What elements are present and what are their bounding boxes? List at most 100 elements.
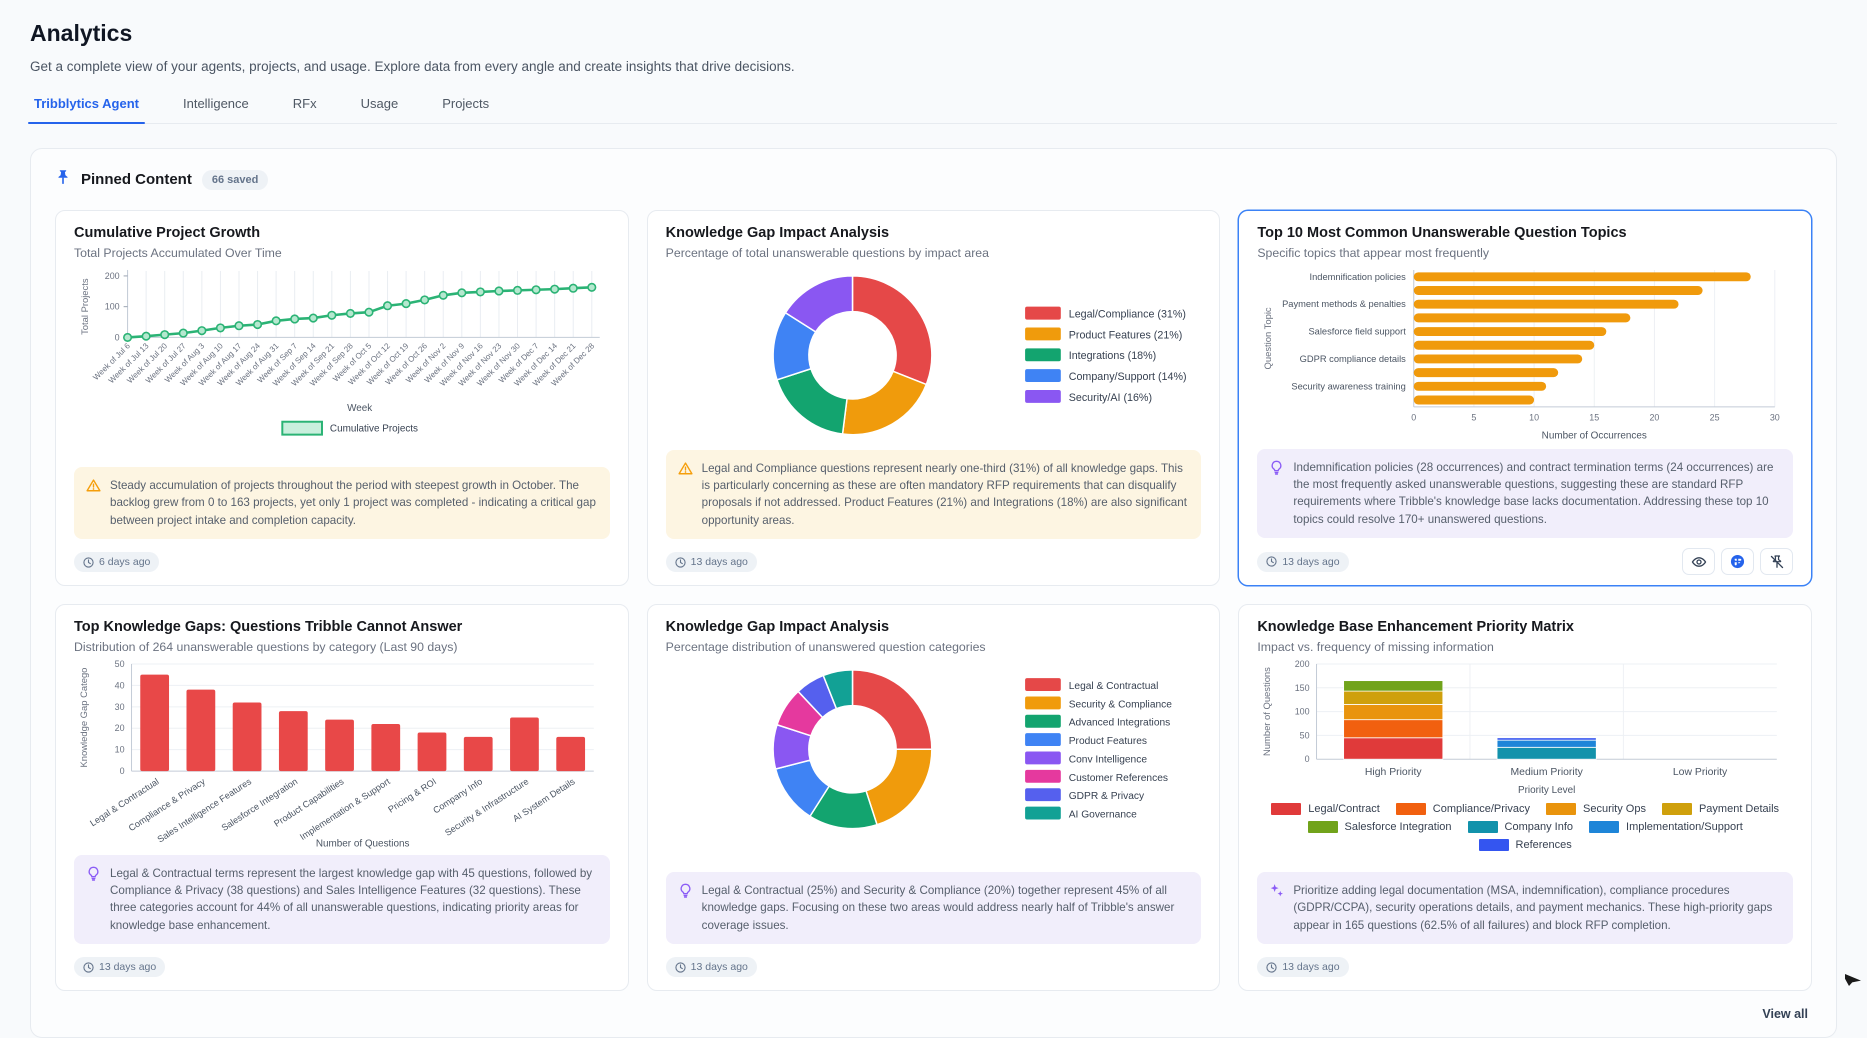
svg-text:Conv Intelligence: Conv Intelligence <box>1068 754 1147 765</box>
pin-icon <box>55 169 71 190</box>
insight-box: Legal & Contractual terms represent the … <box>74 855 610 945</box>
svg-text:20: 20 <box>1650 413 1660 423</box>
svg-text:100: 100 <box>105 302 120 312</box>
lightbulb-icon <box>678 883 693 934</box>
svg-text:Knowledge Gap Catego: Knowledge Gap Catego <box>78 668 89 768</box>
pinned-cards-grid: Cumulative Project Growth Total Projects… <box>55 210 1812 991</box>
stacked-bar-legend: Legal/ContractCompliance/PrivacySecurity… <box>1257 801 1793 855</box>
view-button[interactable] <box>1682 548 1715 575</box>
tab-usage[interactable]: Usage <box>359 96 401 123</box>
svg-text:Low Priority: Low Priority <box>1673 767 1728 778</box>
svg-text:50: 50 <box>115 660 125 669</box>
svg-text:40: 40 <box>115 680 125 690</box>
card-priority-matrix[interactable]: Knowledge Base Enhancement Priority Matr… <box>1238 604 1812 991</box>
svg-text:0: 0 <box>120 766 125 776</box>
lightbulb-icon <box>1269 460 1284 529</box>
card-title: Top Knowledge Gaps: Questions Tribble Ca… <box>74 619 610 635</box>
svg-text:10: 10 <box>1529 413 1539 423</box>
svg-text:Indemnification policies: Indemnification policies <box>1310 272 1407 282</box>
panel-title: Pinned Content <box>81 171 192 188</box>
insight-box: Steady accumulation of projects througho… <box>74 467 610 539</box>
svg-text:Advanced Integrations: Advanced Integrations <box>1068 718 1170 729</box>
svg-text:AI Governance: AI Governance <box>1068 810 1136 821</box>
svg-text:15: 15 <box>1590 413 1600 423</box>
svg-text:Pricing & ROI: Pricing & ROI <box>386 776 438 814</box>
timestamp-badge: 6 days ago <box>74 552 159 572</box>
svg-text:Number of Questions: Number of Questions <box>1261 667 1272 756</box>
card-top-knowledge-gaps[interactable]: Top Knowledge Gaps: Questions Tribble Ca… <box>55 604 629 991</box>
page-title: Analytics <box>30 20 1837 47</box>
svg-text:Week: Week <box>347 403 372 414</box>
tab-tribblytics-agent[interactable]: Tribblytics Agent <box>32 96 141 123</box>
category-donut-chart: Legal & Contractual Security & Compliance… <box>666 660 1202 842</box>
view-all-link[interactable]: View all <box>1762 1007 1808 1021</box>
cumulative-growth-line-chart: 0100200Total ProjectsWeek of Jul 6Week o… <box>74 266 610 445</box>
timestamp-badge: 13 days ago <box>1257 957 1348 977</box>
legend-item: Company Info <box>1468 821 1573 833</box>
unpin-button[interactable] <box>1760 548 1793 575</box>
insight-box: Indemnification policies (28 occurrences… <box>1257 449 1793 539</box>
svg-text:Implementation & Support: Implementation & Support <box>298 776 392 842</box>
card-title: Knowledge Gap Impact Analysis <box>666 225 1202 241</box>
svg-text:Security awareness training: Security awareness training <box>1292 381 1406 391</box>
pinned-content-panel: Pinned Content 66 saved Cumulative Proje… <box>30 148 1837 1038</box>
card-subtitle: Impact vs. frequency of missing informat… <box>1257 640 1793 654</box>
svg-text:Security/AI (16%): Security/AI (16%) <box>1068 392 1151 404</box>
svg-text:Integrations (18%): Integrations (18%) <box>1068 350 1155 362</box>
timestamp-text: 13 days ago <box>1282 961 1339 973</box>
legend-item: Security Ops <box>1546 803 1646 815</box>
card-subtitle: Percentage of total unanswerable questio… <box>666 246 1202 260</box>
timestamp-badge: 13 days ago <box>1257 552 1348 572</box>
svg-text:Total Projects: Total Projects <box>79 278 90 335</box>
slack-share-button[interactable] <box>1721 548 1754 575</box>
priority-matrix-stacked-bar-chart: 050100150200High PriorityMedium Priority… <box>1257 660 1793 801</box>
card-subtitle: Specific topics that appear most frequen… <box>1257 246 1793 260</box>
card-subtitle: Distribution of 264 unanswerable questio… <box>74 640 610 654</box>
svg-text:Salesforce Integration: Salesforce Integration <box>220 776 300 833</box>
timestamp-text: 13 days ago <box>1282 556 1339 568</box>
timestamp-text: 13 days ago <box>691 556 748 568</box>
page-header: Analytics Get a complete view of your ag… <box>0 0 1867 124</box>
tab-rfx[interactable]: RFx <box>291 96 319 123</box>
lightbulb-icon <box>86 866 101 935</box>
card-knowledge-gap-impact-analysis-1[interactable]: Knowledge Gap Impact Analysis Percentage… <box>647 210 1221 586</box>
card-actions <box>1682 548 1793 575</box>
card-knowledge-gap-impact-analysis-2[interactable]: Knowledge Gap Impact Analysis Percentage… <box>647 604 1221 991</box>
svg-text:Product Features (21%): Product Features (21%) <box>1068 329 1182 341</box>
svg-text:Cumulative Projects: Cumulative Projects <box>330 424 418 435</box>
card-subtitle: Total Projects Accumulated Over Time <box>74 246 610 260</box>
svg-text:Legal & Contractual: Legal & Contractual <box>1068 681 1158 692</box>
svg-text:Question Topic: Question Topic <box>1262 307 1273 369</box>
tab-projects[interactable]: Projects <box>440 96 491 123</box>
svg-text:Number of Occurrences: Number of Occurrences <box>1542 431 1647 442</box>
svg-text:30: 30 <box>1770 413 1780 423</box>
legend-item: Salesforce Integration <box>1308 821 1452 833</box>
svg-text:Legal/Compliance (31%): Legal/Compliance (31%) <box>1068 309 1185 321</box>
svg-text:200: 200 <box>1295 660 1310 669</box>
card-subtitle: Percentage distribution of unanswered qu… <box>666 640 1202 654</box>
card-title: Knowledge Base Enhancement Priority Matr… <box>1257 619 1793 635</box>
svg-text:30: 30 <box>115 702 125 712</box>
svg-text:25: 25 <box>1710 413 1720 423</box>
card-top-10-unanswerable-topics[interactable]: Top 10 Most Common Unanswerable Question… <box>1238 210 1812 586</box>
insight-text: Legal & Contractual terms represent the … <box>110 865 598 935</box>
topics-hbar-chart: Indemnification policies Payment methods … <box>1257 266 1793 449</box>
tab-intelligence[interactable]: Intelligence <box>181 96 251 123</box>
svg-text:Security & Compliance: Security & Compliance <box>1068 699 1172 710</box>
impact-area-donut-chart: Legal/Compliance (31%) Product Features (… <box>666 266 1202 448</box>
knowledge-gaps-bar-chart: 01020304050Legal & ContractualCompliance… <box>74 660 610 854</box>
insight-text: Indemnification policies (28 occurrences… <box>1293 459 1781 529</box>
insight-box: Legal & Contractual (25%) and Security &… <box>666 872 1202 944</box>
svg-text:0: 0 <box>115 332 120 342</box>
svg-text:200: 200 <box>105 271 120 281</box>
svg-text:0: 0 <box>1305 754 1310 764</box>
svg-text:10: 10 <box>115 745 125 755</box>
svg-text:Number of Questions: Number of Questions <box>316 839 410 850</box>
legend-item: Compliance/Privacy <box>1396 803 1530 815</box>
svg-text:Company/Support (14%): Company/Support (14%) <box>1068 371 1186 383</box>
timestamp-text: 13 days ago <box>691 961 748 973</box>
svg-text:Payment methods & penalties: Payment methods & penalties <box>1282 299 1406 309</box>
svg-text:Customer References: Customer References <box>1068 773 1167 784</box>
insight-text: Legal & Contractual (25%) and Security &… <box>702 882 1190 934</box>
card-cumulative-project-growth[interactable]: Cumulative Project Growth Total Projects… <box>55 210 629 586</box>
